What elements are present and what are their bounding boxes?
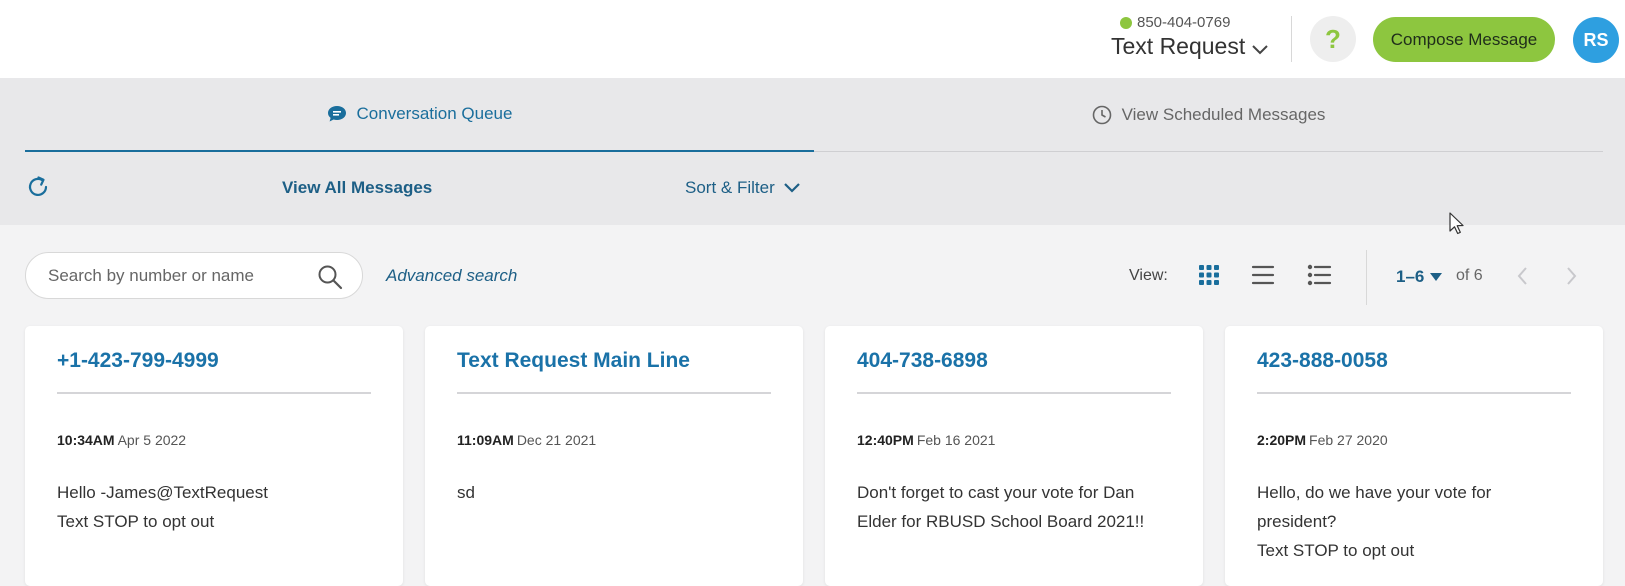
account-selector[interactable]: 850-404-0769 Text Request bbox=[1110, 12, 1300, 68]
card-timestamp: 10:34AM Apr 5 2022 bbox=[57, 432, 186, 448]
tab-label: Conversation Queue bbox=[356, 104, 513, 123]
page-range: 1–6 bbox=[1396, 267, 1425, 286]
top-bar: 850-404-0769 Text Request ? Compose Mess… bbox=[0, 0, 1625, 78]
search-input[interactable] bbox=[48, 253, 308, 298]
queue-toolbar: Conversation Queue View Scheduled Messag… bbox=[0, 78, 1625, 225]
help-button[interactable]: ? bbox=[1310, 16, 1356, 62]
card-message: sd bbox=[457, 478, 777, 507]
caret-down-icon bbox=[1430, 273, 1443, 281]
card-title[interactable]: +1-423-799-4999 bbox=[57, 349, 219, 373]
message-line: Elder for RBUSD School Board 2021!! bbox=[857, 512, 1145, 531]
conversation-card[interactable]: 404-738-6898 12:40PM Feb 16 2021 Don't fo… bbox=[825, 326, 1203, 586]
card-divider bbox=[857, 392, 1171, 394]
view-all-messages-link[interactable]: View All Messages bbox=[282, 178, 432, 198]
header-divider bbox=[1291, 16, 1292, 62]
message-line: Hello, do we have your vote for bbox=[1257, 483, 1492, 502]
account-name: Text Request bbox=[1111, 33, 1246, 59]
conversation-card[interactable]: 423-888-0058 2:20PM Feb 27 2020 Hello, do… bbox=[1225, 326, 1603, 586]
tab-scheduled-messages[interactable]: View Scheduled Messages bbox=[814, 78, 1603, 152]
card-title[interactable]: 404-738-6898 bbox=[857, 349, 988, 373]
message-line: Text STOP to opt out bbox=[57, 512, 215, 531]
card-timestamp: 11:09AM Dec 21 2021 bbox=[457, 432, 596, 448]
page-total: of 6 bbox=[1456, 267, 1483, 284]
view-label: View: bbox=[1129, 267, 1168, 284]
card-message: Hello -James@TextRequest Text STOP to op… bbox=[57, 478, 377, 536]
avatar[interactable]: RS bbox=[1573, 17, 1619, 63]
mouse-pointer-icon bbox=[1449, 212, 1464, 235]
message-line: president? bbox=[1257, 512, 1337, 531]
account-phone: 850-404-0769 bbox=[1137, 14, 1231, 31]
message-line: sd bbox=[457, 483, 475, 502]
help-icon: ? bbox=[1325, 23, 1341, 54]
card-date: Feb 16 2021 bbox=[916, 432, 996, 448]
list-icon[interactable] bbox=[1250, 262, 1276, 288]
chevron-left-icon[interactable] bbox=[1513, 265, 1533, 287]
message-line: Text STOP to opt out bbox=[1257, 541, 1415, 560]
card-message: Hello, do we have your vote for presiden… bbox=[1257, 478, 1577, 565]
card-message: Don't forget to cast your vote for Dan E… bbox=[857, 478, 1177, 536]
tab-conversation-queue[interactable]: Conversation Queue bbox=[25, 78, 814, 152]
card-title[interactable]: 423-888-0058 bbox=[1257, 349, 1388, 373]
conversation-card[interactable]: +1-423-799-4999 10:34AM Apr 5 2022 Hello … bbox=[25, 326, 403, 586]
sort-filter-label: Sort & Filter bbox=[685, 178, 775, 197]
message-line: Don't forget to cast your vote for Dan bbox=[857, 483, 1135, 502]
card-title[interactable]: Text Request Main Line bbox=[457, 349, 690, 373]
compose-message-button[interactable]: Compose Message bbox=[1373, 17, 1555, 62]
message-line: Hello -James@TextRequest bbox=[57, 483, 268, 502]
card-timestamp: 2:20PM Feb 27 2020 bbox=[1257, 432, 1388, 448]
card-divider bbox=[57, 392, 371, 394]
conversation-card[interactable]: Text Request Main Line 11:09AM Dec 21 202… bbox=[425, 326, 803, 586]
search-box bbox=[25, 252, 363, 299]
card-time: 11:09AM bbox=[457, 432, 514, 448]
grid-icon[interactable] bbox=[1196, 262, 1222, 288]
page-range-dropdown[interactable]: 1–6 bbox=[1396, 267, 1443, 287]
chevron-right-icon[interactable] bbox=[1561, 265, 1581, 287]
chat-bubble-icon bbox=[327, 106, 346, 122]
search-icon[interactable] bbox=[317, 264, 343, 290]
advanced-search-link[interactable]: Advanced search bbox=[386, 266, 517, 286]
card-timestamp: 12:40PM Feb 16 2021 bbox=[857, 432, 995, 448]
card-date: Apr 5 2022 bbox=[117, 432, 187, 448]
detailed-list-icon[interactable] bbox=[1306, 262, 1332, 288]
card-divider bbox=[457, 392, 771, 394]
refresh-icon[interactable] bbox=[25, 174, 51, 200]
card-time: 2:20PM bbox=[1257, 432, 1307, 448]
chevron-down-icon bbox=[1252, 45, 1268, 55]
card-divider bbox=[1257, 392, 1571, 394]
card-date: Dec 21 2021 bbox=[516, 432, 597, 448]
card-time: 12:40PM bbox=[857, 432, 914, 448]
status-dot bbox=[1120, 17, 1132, 29]
sort-filter-dropdown[interactable]: Sort & Filter bbox=[685, 178, 801, 198]
tab-label: View Scheduled Messages bbox=[1121, 104, 1326, 124]
chevron-down-icon bbox=[783, 183, 800, 193]
pagination-divider bbox=[1366, 250, 1367, 305]
card-date: Feb 27 2020 bbox=[1309, 432, 1388, 448]
clock-icon bbox=[1092, 105, 1111, 124]
card-time: 10:34AM bbox=[57, 432, 115, 448]
